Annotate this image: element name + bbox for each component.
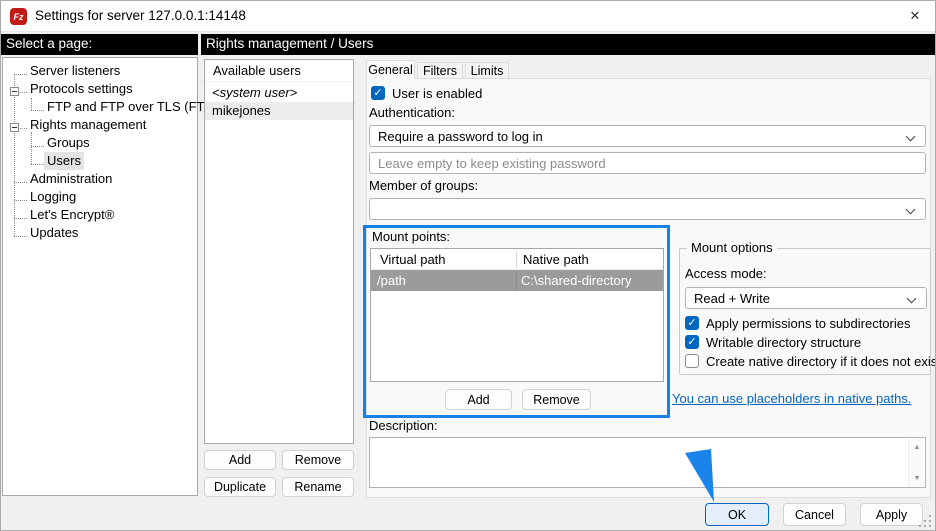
tree-item-lets-encrypt[interactable]: Let's Encrypt® xyxy=(3,206,197,224)
mount-points-label: Mount points: xyxy=(372,229,450,245)
apply-permissions-checkbox[interactable]: ✓ xyxy=(685,316,699,330)
tree-connector xyxy=(20,128,27,129)
writable-structure-label: Writable directory structure xyxy=(706,335,861,350)
tree-connector xyxy=(14,200,27,201)
tree-item-rights-management[interactable]: Rights management xyxy=(3,116,197,134)
tab-filters[interactable]: Filters xyxy=(417,62,463,79)
add-user-button[interactable]: Add xyxy=(204,450,276,470)
list-item-system-user[interactable]: <system user> xyxy=(205,84,353,102)
check-icon: ✓ xyxy=(687,336,696,348)
tree-item-groups[interactable]: Groups xyxy=(3,134,197,152)
mount-options-legend: Mount options xyxy=(687,241,777,255)
tree-item-protocols-settings[interactable]: Protocols settings xyxy=(3,80,197,98)
page-tree: Server listeners Protocols settings FTP … xyxy=(2,57,198,496)
filezilla-server-icon: Fz xyxy=(10,8,27,25)
placeholders-link[interactable]: You can use placeholders in native paths… xyxy=(672,391,911,406)
check-icon: ✓ xyxy=(373,87,382,99)
create-native-dir-checkbox[interactable] xyxy=(685,354,699,368)
duplicate-user-button[interactable]: Duplicate xyxy=(204,477,276,497)
apply-button[interactable]: Apply xyxy=(860,503,923,526)
chevron-down-icon xyxy=(906,132,916,142)
column-separator xyxy=(516,251,517,268)
writable-structure-checkbox[interactable]: ✓ xyxy=(685,335,699,349)
collapse-icon[interactable] xyxy=(10,87,19,96)
tree-connector xyxy=(31,164,44,165)
column-header-native-path[interactable]: Native path xyxy=(523,249,589,270)
user-enabled-checkbox[interactable]: ✓ xyxy=(371,86,385,100)
tree-item-logging[interactable]: Logging xyxy=(3,188,197,206)
tree-item-updates[interactable]: Updates xyxy=(3,224,197,242)
select-a-page-header: Select a page: xyxy=(1,34,198,55)
list-header: Available users xyxy=(205,60,353,82)
available-users-list: Available users <system user> mikejones xyxy=(204,59,354,444)
password-input[interactable] xyxy=(369,152,926,174)
window-title: Settings for server 127.0.0.1:14148 xyxy=(35,1,246,31)
tab-general[interactable]: General xyxy=(366,60,415,79)
ok-button[interactable]: OK xyxy=(705,503,769,526)
remove-user-button[interactable]: Remove xyxy=(282,450,354,470)
remove-mount-button[interactable]: Remove xyxy=(522,389,591,410)
user-enabled-label: User is enabled xyxy=(392,86,482,102)
cancel-button[interactable]: Cancel xyxy=(783,503,846,526)
tree-connector xyxy=(20,92,27,93)
description-label: Description: xyxy=(369,418,438,434)
tree-connector xyxy=(31,146,44,147)
tree-item-users[interactable]: Users xyxy=(3,152,197,170)
access-mode-label: Access mode: xyxy=(685,266,767,282)
mount-points-table-header: Virtual path Native path xyxy=(371,249,663,270)
tree-connector xyxy=(14,74,27,75)
collapse-icon[interactable] xyxy=(10,123,19,132)
tree-connector xyxy=(31,110,44,111)
title-bar: Fz Settings for server 127.0.0.1:14148 ✕ xyxy=(1,1,935,32)
authentication-select[interactable]: Require a password to log in xyxy=(369,125,926,147)
resize-grip[interactable] xyxy=(929,525,931,527)
table-row[interactable]: /path C:\shared-directory xyxy=(371,270,663,291)
scroll-down-icon[interactable]: ▼ xyxy=(909,471,925,485)
member-of-groups-label: Member of groups: xyxy=(369,178,478,194)
check-icon: ✓ xyxy=(687,317,696,329)
authentication-label: Authentication: xyxy=(369,105,455,121)
settings-window: Fz Settings for server 127.0.0.1:14148 ✕… xyxy=(0,0,936,531)
rename-user-button[interactable]: Rename xyxy=(282,477,354,497)
create-native-dir-label: Create native directory if it does not e… xyxy=(706,354,936,369)
tree-connector xyxy=(14,236,27,237)
scrollbar[interactable]: ▲ ▼ xyxy=(908,439,924,486)
access-mode-select[interactable]: Read + Write xyxy=(685,287,927,309)
scroll-up-icon[interactable]: ▲ xyxy=(909,440,925,454)
column-header-virtual-path[interactable]: Virtual path xyxy=(380,249,446,270)
member-of-groups-select[interactable] xyxy=(369,198,926,220)
tree-item-administration[interactable]: Administration xyxy=(3,170,197,188)
add-mount-button[interactable]: Add xyxy=(445,389,512,410)
tree-connector xyxy=(14,218,27,219)
chevron-down-icon xyxy=(906,205,916,215)
mount-points-table: Virtual path Native path /path C:\shared… xyxy=(370,248,664,382)
tree-item-ftp-ftps[interactable]: FTP and FTP over TLS (FTPS) xyxy=(3,98,197,116)
description-textarea[interactable]: ▲ ▼ xyxy=(369,437,926,488)
close-icon[interactable]: ✕ xyxy=(895,1,935,31)
tab-limits[interactable]: Limits xyxy=(465,62,509,79)
chevron-down-icon xyxy=(907,294,917,304)
list-item-mikejones[interactable]: mikejones xyxy=(205,102,353,120)
apply-permissions-label: Apply permissions to subdirectories xyxy=(706,316,910,331)
tree-item-server-listeners[interactable]: Server listeners xyxy=(3,62,197,80)
breadcrumb: Rights management / Users xyxy=(201,34,936,55)
tree-connector xyxy=(14,182,27,183)
column-separator xyxy=(516,270,517,291)
